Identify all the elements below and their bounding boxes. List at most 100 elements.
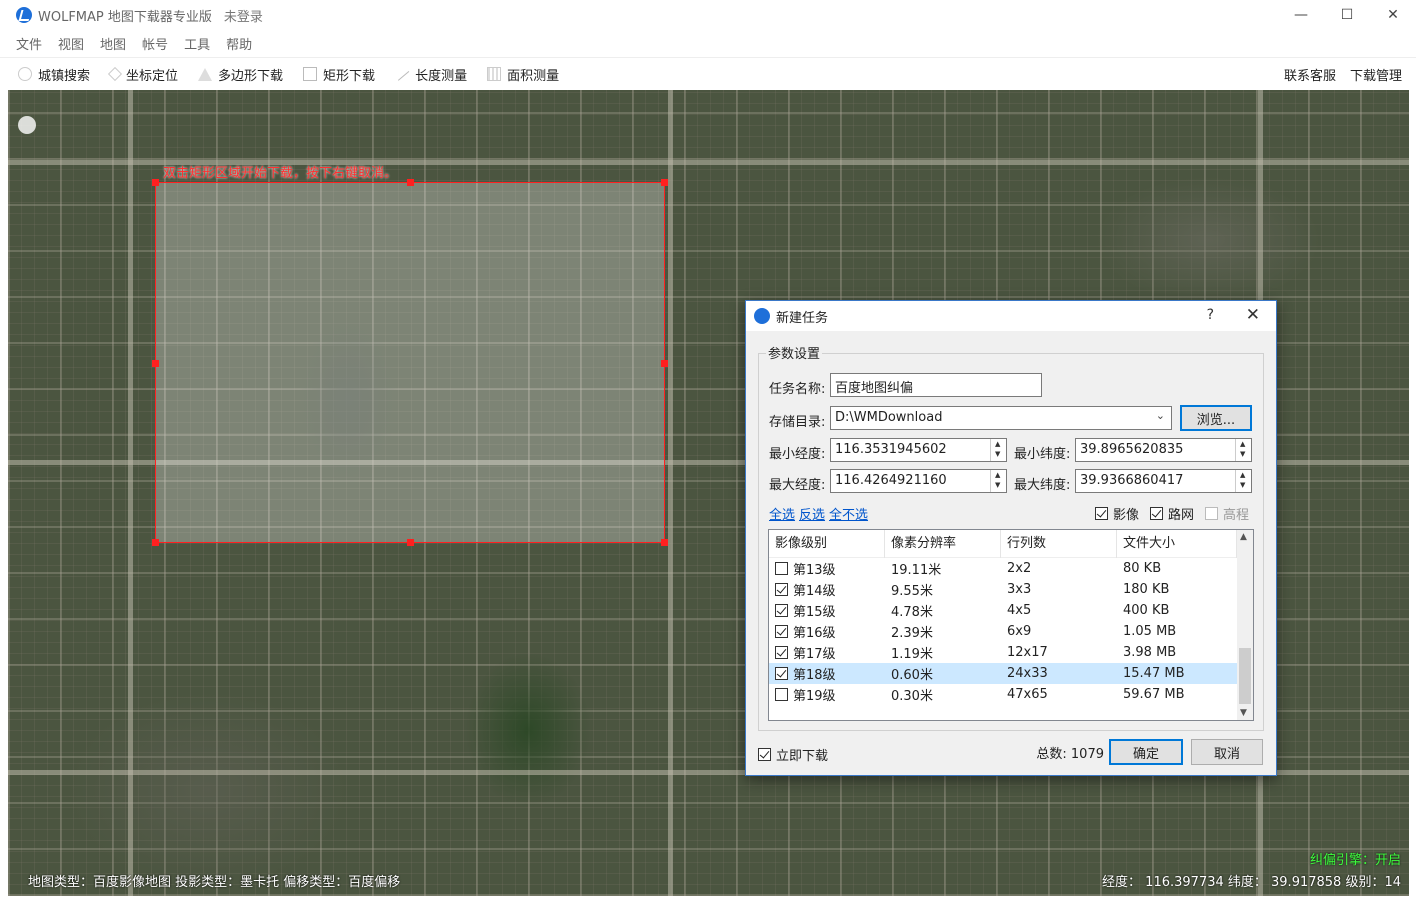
chevron-up-icon[interactable]: ▲ — [1240, 532, 1247, 542]
browse-button[interactable]: 浏览... — [1180, 405, 1252, 431]
max-lat-input[interactable]: 39.9366860417 — [1075, 469, 1252, 493]
layer-image-checkbox[interactable]: 影像 — [1095, 504, 1139, 523]
size-cell: 3.98 MB — [1123, 645, 1177, 660]
task-name-input[interactable]: 百度地图纠偏 — [830, 373, 1042, 397]
checkbox-empty-icon[interactable] — [775, 688, 788, 701]
table-scrollbar[interactable]: ▲ ▼ — [1237, 530, 1253, 720]
ruler-icon — [394, 67, 410, 81]
col-grid[interactable]: 行列数 — [1001, 530, 1117, 558]
city-search-label: 城镇搜索 — [38, 68, 91, 84]
max-lng-spinner[interactable] — [990, 470, 1006, 492]
menu-account[interactable]: 帐号 — [142, 34, 168, 53]
table-row[interactable]: 第13级 19.11米 2x2 80 KB — [769, 558, 1253, 579]
table-row[interactable]: 第16级 2.39米 6x9 1.05 MB — [769, 621, 1253, 642]
length-measure-button[interactable]: 长度测量 — [394, 65, 467, 84]
polygon-download-label: 多边形下载 — [218, 68, 284, 84]
checkbox-empty-icon[interactable] — [775, 562, 788, 575]
polygon-download-button[interactable]: 多边形下载 — [198, 65, 283, 84]
rect-download-button[interactable]: 矩形下载 — [303, 65, 375, 84]
resize-handle[interactable] — [661, 179, 668, 186]
max-lat-spinner[interactable] — [1235, 470, 1251, 492]
table-row[interactable]: 第15级 4.78米 4x5 400 KB — [769, 600, 1253, 621]
map-road — [668, 90, 673, 896]
checkbox-checked-icon[interactable] — [775, 625, 788, 638]
close-window-button[interactable]: ✕ — [1370, 0, 1416, 30]
area-measure-button[interactable]: 面积测量 — [487, 65, 559, 84]
min-lat-input[interactable]: 39.8965620835 — [1075, 438, 1252, 462]
download-manager-button[interactable]: 下载管理 — [1350, 65, 1402, 84]
select-all-link[interactable]: 全选 — [769, 504, 795, 523]
scroll-thumb[interactable] — [1239, 648, 1251, 704]
grid-cell: 6x9 — [1007, 624, 1032, 639]
app-title: WOLFMAP 地图下载器专业版 — [38, 9, 212, 25]
resize-handle[interactable] — [661, 360, 668, 367]
storage-label: 存储目录: — [769, 415, 826, 430]
menu-bar: 文件 视图 地图 帐号 工具 帮助 — [0, 30, 1416, 56]
app-logo-icon — [754, 308, 770, 324]
toolbar-right: 联系客服 下载管理 — [1270, 58, 1402, 91]
ok-button[interactable]: 确定 — [1109, 739, 1183, 765]
help-button[interactable]: ? — [1207, 307, 1214, 323]
level-cell: 第16级 — [769, 622, 885, 641]
menu-view[interactable]: 视图 — [58, 34, 84, 53]
compass-icon[interactable] — [18, 116, 36, 134]
minimize-button[interactable]: — — [1278, 0, 1324, 30]
col-resolution[interactable]: 像素分辨率 — [885, 530, 1001, 558]
level-label: 第13级 — [793, 563, 836, 578]
dialog-title: 新建任务 — [776, 310, 829, 326]
storage-combobox[interactable]: D:\WMDownload ⌄ — [830, 406, 1172, 430]
table-row[interactable]: 第17级 1.19米 12x17 3.98 MB — [769, 642, 1253, 663]
selection-rectangle[interactable] — [152, 179, 668, 546]
min-lng-spinner[interactable] — [990, 439, 1006, 461]
polygon-icon — [198, 67, 213, 81]
size-cell: 180 KB — [1123, 582, 1170, 597]
col-level[interactable]: 影像级别 — [769, 530, 885, 558]
level-cell: 第17级 — [769, 643, 885, 662]
resize-handle[interactable] — [152, 539, 159, 546]
login-status[interactable]: 未登录 — [224, 6, 263, 25]
resize-handle[interactable] — [152, 360, 159, 367]
table-row[interactable]: 第14级 9.55米 3x3 180 KB — [769, 579, 1253, 600]
maximize-button[interactable]: ☐ — [1324, 0, 1370, 30]
min-lng-input[interactable]: 116.3531945602 — [830, 438, 1007, 462]
resize-handle[interactable] — [661, 539, 668, 546]
menu-map[interactable]: 地图 — [100, 34, 126, 53]
checkbox-checked-icon[interactable] — [775, 646, 788, 659]
city-search-button[interactable]: 城镇搜索 — [18, 65, 90, 84]
size-cell: 59.67 MB — [1123, 687, 1185, 702]
menu-file[interactable]: 文件 — [16, 34, 42, 53]
menu-tools[interactable]: 工具 — [184, 34, 210, 53]
min-lng-label: 最小经度: — [769, 447, 826, 462]
invert-selection-link[interactable]: 反选 — [799, 504, 825, 523]
checkbox-checked-icon — [758, 748, 771, 761]
chevron-down-icon[interactable]: ⌄ — [1156, 409, 1165, 422]
table-row[interactable]: 第19级 0.30米 47x65 59.67 MB — [769, 684, 1253, 705]
selection-hint: 双击矩形区域开始下载，按下右键取消。 — [163, 166, 398, 181]
menu-help[interactable]: 帮助 — [226, 34, 252, 53]
coord-locate-button[interactable]: 坐标定位 — [107, 65, 178, 84]
checkbox-checked-icon[interactable] — [775, 667, 788, 680]
close-dialog-button[interactable]: ✕ — [1246, 305, 1260, 325]
checkbox-checked-icon[interactable] — [775, 604, 788, 617]
resize-handle[interactable] — [152, 179, 159, 186]
max-lng-label: 最大经度: — [769, 478, 826, 493]
level-cell: 第18级 — [769, 664, 885, 683]
table-row[interactable]: 第18级 0.60米 24x33 15.47 MB — [769, 663, 1253, 684]
max-lng-input[interactable]: 116.4264921160 — [830, 469, 1007, 493]
min-lat-spinner[interactable] — [1235, 439, 1251, 461]
checkbox-checked-icon[interactable] — [775, 583, 788, 596]
level-cell: 第15级 — [769, 601, 885, 620]
layer-elevation-checkbox[interactable]: 高程 — [1205, 504, 1249, 523]
layer-road-checkbox[interactable]: 路网 — [1150, 504, 1194, 523]
resolution-cell: 2.39米 — [891, 626, 933, 641]
app-logo-icon — [16, 7, 32, 23]
select-none-link[interactable]: 全不选 — [829, 504, 868, 523]
resize-handle[interactable] — [407, 179, 414, 186]
resize-handle[interactable] — [407, 539, 414, 546]
chevron-down-icon[interactable]: ▼ — [1240, 708, 1247, 718]
col-size[interactable]: 文件大小 — [1117, 530, 1237, 558]
checkbox-checked-icon — [1095, 507, 1108, 520]
immediate-download-checkbox[interactable]: 立即下载 — [758, 745, 828, 764]
cancel-button[interactable]: 取消 — [1191, 739, 1263, 765]
support-button[interactable]: 联系客服 — [1284, 65, 1336, 84]
